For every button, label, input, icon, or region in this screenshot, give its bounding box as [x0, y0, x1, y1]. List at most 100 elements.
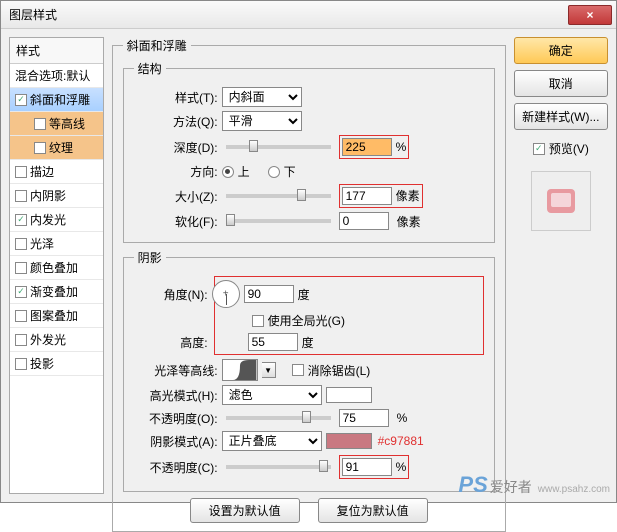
style-checkbox-9[interactable]: ✓: [15, 286, 27, 298]
direction-up-label: 上: [238, 163, 250, 180]
style-item-10[interactable]: 图案叠加: [10, 304, 103, 328]
style-item-7[interactable]: 光泽: [10, 232, 103, 256]
style-checkbox-3[interactable]: [34, 142, 46, 154]
style-label-3: 纹理: [49, 139, 73, 156]
technique-select[interactable]: 平滑: [222, 111, 302, 131]
layer-style-dialog: 图层样式 × 样式 混合选项:默认✓斜面和浮雕等高线纹理描边内阴影✓内发光光泽颜…: [0, 0, 617, 503]
preview-checkbox[interactable]: ✓: [533, 143, 545, 155]
style-label-1: 斜面和浮雕: [30, 91, 90, 108]
style-label-2: 等高线: [49, 115, 85, 132]
cancel-button[interactable]: 取消: [514, 70, 608, 97]
global-light-checkbox[interactable]: [252, 315, 264, 327]
highlight-mode-select[interactable]: 滤色: [222, 385, 322, 405]
style-label-11: 外发光: [30, 331, 66, 348]
style-item-2[interactable]: 等高线: [10, 112, 103, 136]
size-slider[interactable]: [226, 194, 331, 198]
altitude-unit: 度: [302, 334, 314, 351]
highlight-opacity-slider[interactable]: [226, 416, 331, 420]
antialias-checkbox[interactable]: [292, 364, 304, 376]
shadow-opacity-slider[interactable]: [226, 465, 331, 469]
gloss-label: 光泽等高线:: [134, 362, 218, 379]
make-default-button[interactable]: 设置为默认值: [190, 498, 300, 523]
close-button[interactable]: ×: [568, 5, 612, 25]
soften-label: 软化(F):: [134, 213, 218, 230]
style-label-0: 混合选项:默认: [15, 67, 90, 84]
style-item-12[interactable]: 投影: [10, 352, 103, 376]
size-input[interactable]: [342, 187, 392, 205]
new-style-button[interactable]: 新建样式(W)...: [514, 103, 608, 130]
style-item-1[interactable]: ✓斜面和浮雕: [10, 88, 103, 112]
gloss-contour-dropdown[interactable]: ▼: [262, 362, 276, 378]
direction-down-radio[interactable]: [268, 166, 280, 178]
style-checkbox-4[interactable]: [15, 166, 27, 178]
shadow-mode-label: 阴影模式(A):: [134, 433, 218, 450]
style-checkbox-1[interactable]: ✓: [15, 94, 27, 106]
reset-default-button[interactable]: 复位为默认值: [318, 498, 428, 523]
style-item-8[interactable]: 颜色叠加: [10, 256, 103, 280]
bevel-legend: 斜面和浮雕: [123, 37, 191, 54]
direction-up-radio[interactable]: [222, 166, 234, 178]
gloss-contour-picker[interactable]: [222, 359, 258, 381]
style-item-9[interactable]: ✓渐变叠加: [10, 280, 103, 304]
style-label-5: 内阴影: [30, 187, 66, 204]
global-light-label: 使用全局光(G): [268, 312, 345, 329]
highlight-color-swatch[interactable]: [326, 387, 372, 403]
right-buttons-panel: 确定 取消 新建样式(W)... ✓ 预览(V): [514, 37, 608, 494]
style-item-3[interactable]: 纹理: [10, 136, 103, 160]
preview-label: 预览(V): [549, 140, 589, 157]
structure-legend: 结构: [134, 60, 166, 77]
highlight-mode-label: 高光模式(H):: [134, 387, 218, 404]
soften-slider[interactable]: [226, 219, 331, 223]
style-item-0[interactable]: 混合选项:默认: [10, 64, 103, 88]
soften-input[interactable]: [339, 212, 389, 230]
style-select[interactable]: 内斜面: [222, 87, 302, 107]
watermark-url: www.psahz.com: [538, 484, 610, 495]
style-checkbox-11[interactable]: [15, 334, 27, 346]
shadow-mode-select[interactable]: 正片叠底: [222, 431, 322, 451]
style-checkbox-2[interactable]: [34, 118, 46, 130]
style-label-4: 描边: [30, 163, 54, 180]
soften-unit: 像素: [397, 213, 421, 230]
style-checkbox-7[interactable]: [15, 238, 27, 250]
angle-input[interactable]: [244, 285, 294, 303]
depth-input[interactable]: [342, 138, 392, 156]
style-label: 样式(T):: [134, 89, 218, 106]
shadow-color-annotation: #c97881: [378, 434, 424, 448]
highlight-opacity-input[interactable]: [339, 409, 389, 427]
direction-down-label: 下: [284, 163, 296, 180]
depth-slider[interactable]: [226, 145, 331, 149]
size-label: 大小(Z):: [134, 188, 218, 205]
shading-fieldset: 阴影 角度(N): + 度 使用全局光(G): [123, 249, 495, 492]
highlight-opacity-unit: %: [397, 411, 408, 425]
preview-thumbnail: [531, 171, 591, 231]
bevel-fieldset: 斜面和浮雕 结构 样式(T): 内斜面 方法(Q): 平滑 深度(D): %: [112, 37, 506, 532]
shadow-opacity-label: 不透明度(C):: [134, 459, 218, 476]
style-label-6: 内发光: [30, 211, 66, 228]
angle-dial[interactable]: +: [212, 280, 240, 308]
style-checkbox-5[interactable]: [15, 190, 27, 202]
shadow-opacity-input[interactable]: [342, 458, 392, 476]
settings-panel: 斜面和浮雕 结构 样式(T): 内斜面 方法(Q): 平滑 深度(D): %: [112, 37, 506, 494]
altitude-input[interactable]: [248, 333, 298, 351]
style-item-5[interactable]: 内阴影: [10, 184, 103, 208]
shadow-color-swatch[interactable]: [326, 433, 372, 449]
ok-button[interactable]: 确定: [514, 37, 608, 64]
styles-list-panel: 样式 混合选项:默认✓斜面和浮雕等高线纹理描边内阴影✓内发光光泽颜色叠加✓渐变叠…: [9, 37, 104, 494]
angle-label: 角度(N):: [148, 286, 208, 303]
style-item-4[interactable]: 描边: [10, 160, 103, 184]
depth-label: 深度(D):: [134, 139, 218, 156]
angle-unit: 度: [298, 286, 310, 303]
direction-label: 方向:: [134, 163, 218, 180]
watermark-text: 爱好者: [490, 477, 532, 497]
watermark: PS 爱好者 www.psahz.com: [458, 472, 610, 498]
style-checkbox-12[interactable]: [15, 358, 27, 370]
style-label-10: 图案叠加: [30, 307, 78, 324]
style-checkbox-8[interactable]: [15, 262, 27, 274]
style-item-6[interactable]: ✓内发光: [10, 208, 103, 232]
style-checkbox-6[interactable]: ✓: [15, 214, 27, 226]
style-checkbox-10[interactable]: [15, 310, 27, 322]
highlight-opacity-label: 不透明度(O):: [134, 410, 218, 427]
size-unit: 像素: [396, 189, 420, 203]
structure-fieldset: 结构 样式(T): 内斜面 方法(Q): 平滑 深度(D): %: [123, 60, 495, 243]
style-item-11[interactable]: 外发光: [10, 328, 103, 352]
